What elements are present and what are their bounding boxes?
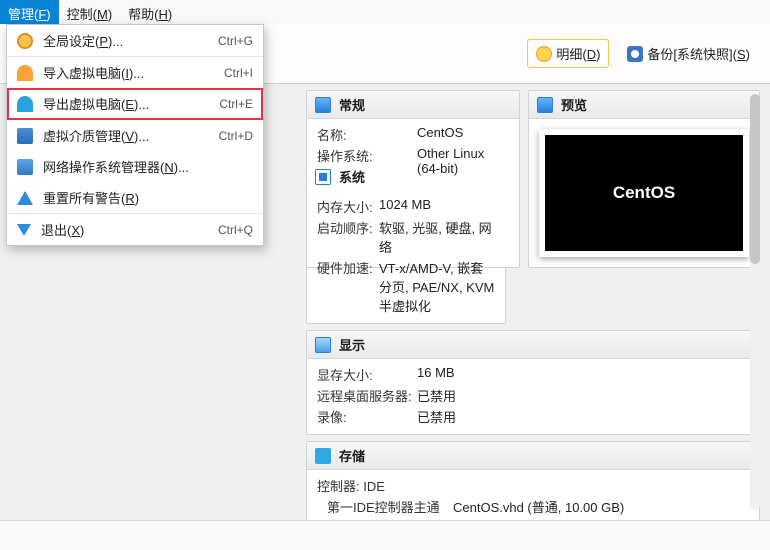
storage-icon	[315, 448, 331, 464]
menu-item-6[interactable]: 退出(X) Ctrl+Q	[7, 214, 263, 245]
file-menu-dropdown: 全局设定(P)... Ctrl+G 导入虚拟电脑(I)... Ctrl+I 导出虚拟电脑…	[6, 24, 264, 246]
menu-item-label: 网络操作系统管理器(N)...	[43, 157, 243, 176]
vertical-scrollbar[interactable]	[750, 94, 760, 510]
gear-icon	[17, 33, 33, 49]
menu-item-label: 退出(X)	[41, 220, 208, 239]
menu-item-0[interactable]: 全局设定(P)... Ctrl+G	[7, 25, 263, 57]
general-icon	[315, 97, 331, 113]
toolbar-snapshot-button[interactable]: 备份[系统快照](S)	[619, 40, 758, 67]
menu-item-label: 导入虚拟电脑(I)...	[43, 63, 214, 82]
monitor-icon	[537, 97, 553, 113]
menu-item-5[interactable]: 重置所有警告(R)	[7, 182, 263, 214]
card-storage: 存储 控制器: IDE 第一IDE控制器主通道:CentOS.vhd (普通, …	[306, 441, 760, 520]
exit-icon	[17, 224, 31, 236]
toolbar-details-button[interactable]: 明细(D)	[527, 39, 609, 68]
menu-item-1[interactable]: 导入虚拟电脑(I)... Ctrl+I	[7, 57, 263, 88]
display-icon	[315, 337, 331, 353]
menu-item-4[interactable]: 网络操作系统管理器(N)...	[7, 151, 263, 182]
shortcut-label: Ctrl+I	[224, 66, 253, 80]
preview-thumbnail[interactable]: CentOS	[539, 129, 749, 257]
card-title: 常规	[339, 95, 365, 114]
details-pane: 常规 名称:CentOS 操作系统:Other Linux (64-bit) 预…	[300, 84, 770, 520]
export-icon	[17, 96, 33, 112]
status-bar	[0, 520, 770, 550]
net-icon	[17, 159, 33, 175]
card-title: 存储	[339, 446, 365, 465]
warn-icon	[17, 191, 33, 205]
card-title: 预览	[561, 95, 587, 114]
menu-control[interactable]: 控制(M)	[59, 0, 121, 24]
import-icon	[17, 65, 33, 81]
shortcut-label: Ctrl+E	[219, 97, 253, 111]
menu-item-label: 导出虚拟电脑(E)...	[43, 94, 209, 113]
menu-item-3[interactable]: 虚拟介质管理(V)... Ctrl+D	[7, 120, 263, 151]
shortcut-label: Ctrl+G	[218, 34, 253, 48]
camera-icon	[627, 46, 643, 62]
menu-item-label: 全局设定(P)...	[43, 31, 208, 50]
menu-help[interactable]: 帮助(H)	[120, 0, 180, 24]
chip-icon	[315, 169, 331, 185]
media-icon	[17, 128, 33, 144]
card-preview: 预览 CentOS	[528, 90, 760, 268]
menu-file[interactable]: 管理(F)	[0, 0, 59, 24]
shortcut-label: Ctrl+D	[219, 129, 253, 143]
card-display: 显示 显存大小:16 MB 远程桌面服务器:已禁用 录像:已禁用	[306, 330, 760, 435]
card-title: 系统	[339, 167, 365, 186]
card-title: 显示	[339, 335, 365, 354]
menu-item-label: 虚拟介质管理(V)...	[43, 126, 209, 145]
shortcut-label: Ctrl+Q	[218, 223, 253, 237]
menu-item-2[interactable]: 导出虚拟电脑(E)... Ctrl+E	[7, 88, 263, 120]
menubar: 管理(F) 控制(M) 帮助(H)	[0, 0, 770, 24]
menu-item-label: 重置所有警告(R)	[43, 188, 243, 207]
gear-icon	[536, 46, 552, 62]
